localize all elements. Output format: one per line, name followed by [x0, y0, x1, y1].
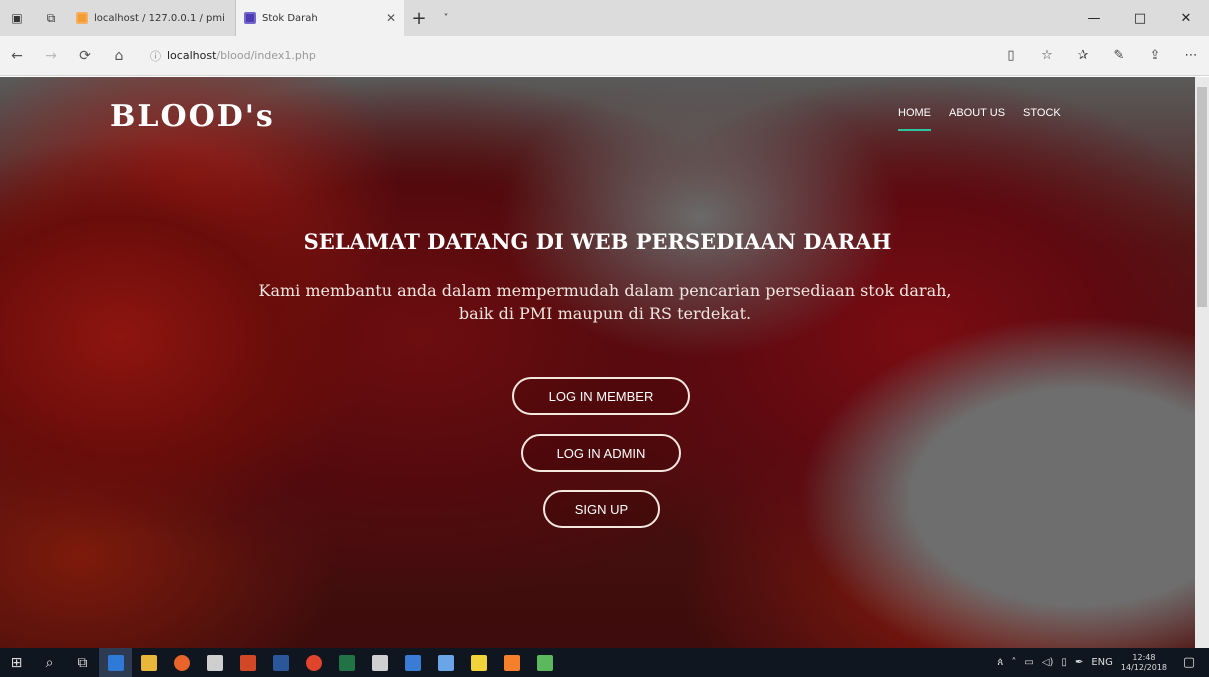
forward-button[interactable]: → — [34, 36, 68, 76]
clock-date: 14/12/2018 — [1120, 662, 1167, 672]
pen-icon[interactable]: ✒ — [1075, 657, 1083, 668]
close-window-button[interactable]: ✕ — [1163, 0, 1209, 36]
favorites-hub-icon[interactable]: ✰ — [1065, 36, 1101, 76]
taskbar-word[interactable] — [264, 648, 297, 677]
site-logo[interactable]: BLOOD's — [110, 99, 275, 134]
edge-icon — [107, 654, 124, 671]
taskbar-app-green[interactable] — [528, 648, 561, 677]
taskbar-network-drive[interactable] — [363, 648, 396, 677]
tab-phpmyadmin[interactable]: localhost / 127.0.0.1 / pmi / — [68, 0, 236, 36]
action-center-icon[interactable]: ▢ — [1175, 655, 1203, 670]
maximize-button[interactable]: □ — [1117, 0, 1163, 36]
volume-icon[interactable]: ◁) — [1042, 657, 1054, 668]
network-drive-icon — [371, 654, 388, 671]
taskbar-app-blue[interactable] — [396, 648, 429, 677]
sticky-notes-icon — [470, 654, 487, 671]
task-view-button[interactable]: ⧉ — [66, 648, 99, 677]
word-icon — [272, 654, 289, 671]
info-icon: ⓘ — [150, 49, 161, 63]
taskbar-powerpoint[interactable] — [231, 648, 264, 677]
browser-tab-bar: ▣ ⧉ localhost / 127.0.0.1 / pmi / Stok D… — [0, 0, 1209, 36]
app-icon — [404, 654, 421, 671]
log-in-admin-button[interactable]: LOG IN ADMIN — [521, 434, 681, 472]
search-button[interactable]: ⌕ — [33, 648, 66, 677]
store-icon — [206, 654, 223, 671]
nav-stock[interactable]: STOCK — [1023, 107, 1061, 131]
phpmyadmin-favicon-icon — [76, 12, 88, 24]
task-view-icon: ⧉ — [77, 654, 88, 671]
address-field[interactable]: ⓘ localhost/blood/index1.php — [150, 43, 970, 69]
show-hidden-icons-icon[interactable]: ˄ — [1011, 657, 1016, 668]
tab-actions-icon[interactable]: ▣ — [0, 0, 34, 36]
address-toolbar: ← → ⟳ ⌂ ⓘ localhost/blood/index1.php ▯ ☆… — [0, 36, 1209, 76]
taskbar-sticky-notes[interactable] — [462, 648, 495, 677]
firefox-icon — [173, 654, 190, 671]
page-subtitle: Kami membantu anda dalam mempermudah dal… — [200, 279, 1010, 325]
language-indicator[interactable]: ENG — [1091, 657, 1113, 668]
new-tab-button[interactable]: + — [404, 8, 434, 29]
scrollbar-thumb[interactable] — [1197, 87, 1207, 307]
tab-stok-darah[interactable]: Stok Darah ✕ — [236, 0, 404, 36]
taskbar-chrome[interactable] — [297, 648, 330, 677]
powerpoint-icon — [239, 654, 256, 671]
page-title: SELAMAT DATANG DI WEB PERSEDIAAN DARAH — [303, 229, 892, 254]
search-icon: ⌕ — [45, 654, 54, 671]
favorite-star-icon[interactable]: ☆ — [1029, 36, 1065, 76]
excel-icon — [338, 654, 355, 671]
clock[interactable]: 12:48 14/12/2018 — [1121, 653, 1167, 673]
people-icon[interactable]: ጰ — [997, 657, 1003, 668]
web-notes-icon[interactable]: ✎ — [1101, 36, 1137, 76]
tab-title: Stok Darah — [262, 12, 318, 24]
start-button[interactable]: ⊞ — [0, 648, 33, 677]
nav-home[interactable]: HOME — [898, 107, 931, 131]
taskbar-edge[interactable] — [99, 648, 132, 677]
nav-about-us[interactable]: ABOUT US — [949, 107, 1005, 131]
subtitle-line-1: Kami membantu anda dalam mempermudah dal… — [258, 281, 952, 300]
site-nav: HOME ABOUT US STOCK — [898, 107, 1061, 131]
taskbar-store[interactable] — [198, 648, 231, 677]
xampp-icon — [503, 654, 520, 671]
tab-preview-chevron-icon[interactable]: ˅ — [434, 13, 458, 24]
share-icon[interactable]: ⇪ — [1137, 36, 1173, 76]
chrome-icon — [305, 654, 322, 671]
home-button[interactable]: ⌂ — [102, 36, 136, 76]
more-icon[interactable]: ⋯ — [1173, 36, 1209, 76]
back-button[interactable]: ← — [0, 36, 34, 76]
log-in-member-button[interactable]: LOG IN MEMBER — [512, 377, 690, 415]
site-favicon-icon — [244, 12, 256, 24]
clock-time: 12:48 — [1132, 652, 1156, 662]
windows-taskbar: ⊞ ⌕ ⧉ ጰ ˄ ▭ ◁) ▯ ✒ ENG 12:48 14/12/2018 … — [0, 648, 1209, 677]
taskbar-app-monitor[interactable] — [429, 648, 462, 677]
taskbar-xampp[interactable] — [495, 648, 528, 677]
refresh-button[interactable]: ⟳ — [68, 36, 102, 76]
tab-close-icon[interactable]: ✕ — [386, 11, 396, 25]
set-aside-tabs-icon[interactable]: ⧉ — [34, 0, 68, 36]
taskbar-file-explorer[interactable] — [132, 648, 165, 677]
url-host: localhost — [167, 49, 217, 62]
page-scrollbar[interactable] — [1195, 77, 1209, 648]
taskbar-firefox[interactable] — [165, 648, 198, 677]
monitor-icon — [437, 654, 454, 671]
sign-up-button[interactable]: SIGN UP — [543, 490, 660, 528]
minimize-button[interactable]: — — [1071, 0, 1117, 36]
subtitle-line-2: baik di PMI maupun di RS terdekat. — [458, 304, 752, 323]
system-tray: ጰ ˄ ▭ ◁) ▯ ✒ ENG 12:48 14/12/2018 ▢ — [997, 653, 1209, 673]
windows-logo-icon: ⊞ — [10, 654, 23, 671]
taskbar-excel[interactable] — [330, 648, 363, 677]
folder-icon — [140, 654, 157, 671]
reading-view-icon[interactable]: ▯ — [993, 36, 1029, 76]
page-hero: BLOOD's HOME ABOUT US STOCK SELAMAT DATA… — [0, 77, 1195, 648]
battery-icon[interactable]: ▯ — [1061, 657, 1067, 668]
tab-title: localhost / 127.0.0.1 / pmi / — [94, 12, 227, 24]
app-icon — [536, 654, 553, 671]
network-icon[interactable]: ▭ — [1024, 657, 1033, 668]
url-path: /blood/index1.php — [216, 49, 316, 62]
